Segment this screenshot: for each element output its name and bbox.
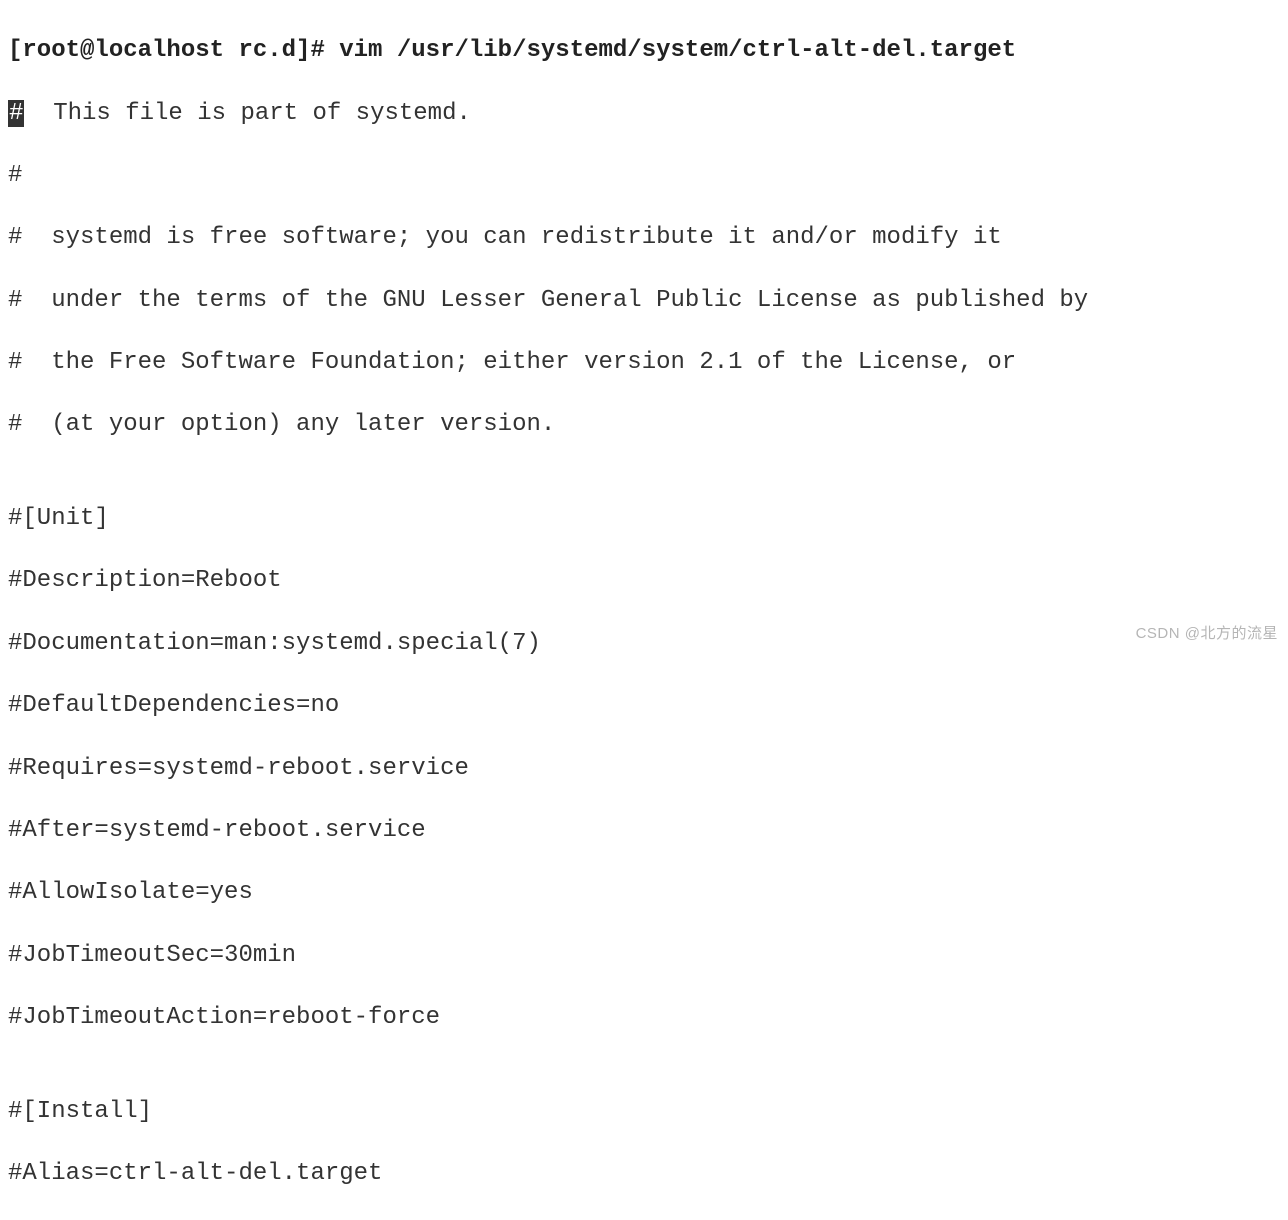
file-line-11: #DefaultDependencies=no bbox=[8, 690, 1280, 721]
file-line-10: #Documentation=man:systemd.special(7) bbox=[8, 628, 1280, 659]
file-line-5: # the Free Software Foundation; either v… bbox=[8, 347, 1280, 378]
file-line-3: # systemd is free software; you can redi… bbox=[8, 222, 1280, 253]
shell-prompt-line: [root@localhost rc.d]# vim /usr/lib/syst… bbox=[8, 35, 1280, 66]
file-line-18: #[Install] bbox=[8, 1096, 1280, 1127]
file-line-19: #Alias=ctrl-alt-del.target bbox=[8, 1158, 1280, 1189]
file-line-16: #JobTimeoutAction=reboot-force bbox=[8, 1002, 1280, 1033]
file-line-6: # (at your option) any later version. bbox=[8, 409, 1280, 440]
file-line-9: #Description=Reboot bbox=[8, 565, 1280, 596]
file-line-12: #Requires=systemd-reboot.service bbox=[8, 753, 1280, 784]
file-line-2: # bbox=[8, 160, 1280, 191]
file-line-8: #[Unit] bbox=[8, 503, 1280, 534]
editor-cursor: # bbox=[8, 100, 24, 127]
file-line-14: #AllowIsolate=yes bbox=[8, 877, 1280, 908]
watermark-label: CSDN @北方的流星 bbox=[1136, 624, 1278, 644]
file-line-15: #JobTimeoutSec=30min bbox=[8, 940, 1280, 971]
file-line-4: # under the terms of the GNU Lesser Gene… bbox=[8, 285, 1280, 316]
file-line-1-text: This file is part of systemd. bbox=[24, 100, 470, 127]
file-line-1: # This file is part of systemd. bbox=[8, 98, 1280, 129]
terminal-output[interactable]: [root@localhost rc.d]# vim /usr/lib/syst… bbox=[8, 4, 1280, 1220]
file-line-13: #After=systemd-reboot.service bbox=[8, 815, 1280, 846]
